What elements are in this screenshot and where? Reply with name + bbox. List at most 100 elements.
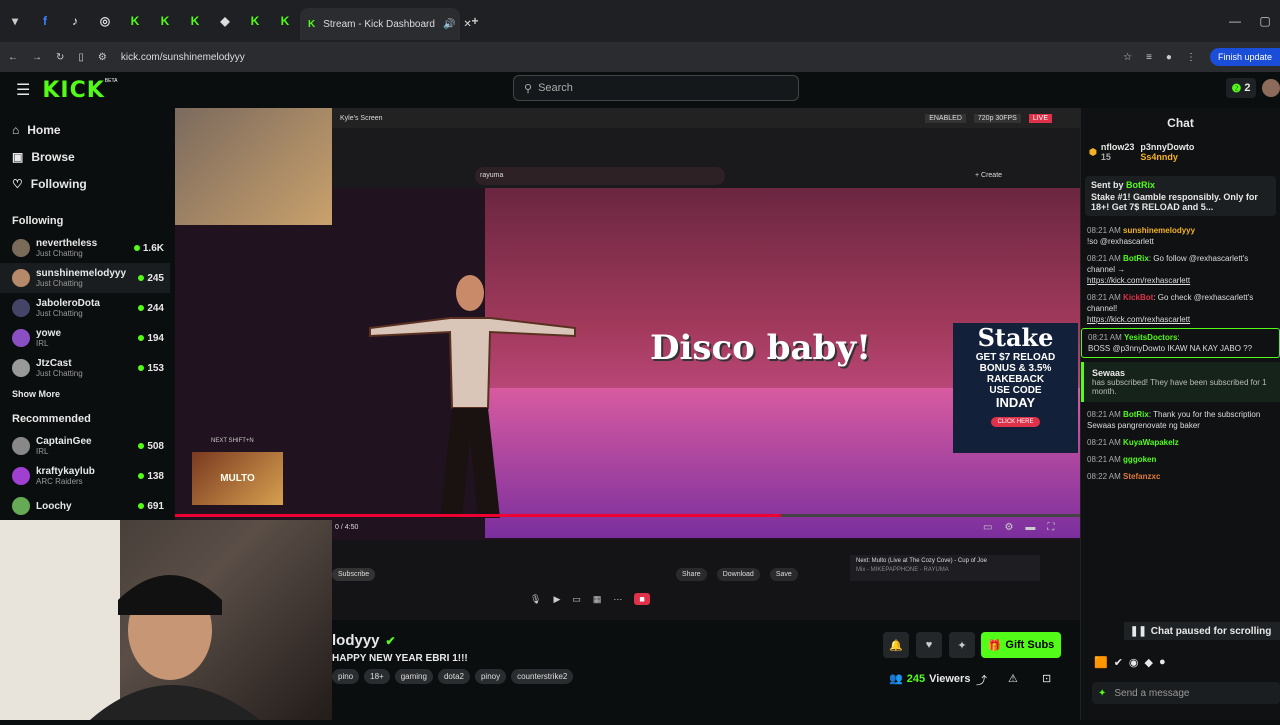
video-progress-bar[interactable] [175,514,1080,517]
mic-icon[interactable]: 🎙 [530,594,541,605]
audio-icon[interactable]: 🔊 [443,19,455,30]
tag[interactable]: counterstrike2 [511,669,574,684]
emote-icon[interactable]: ✔ [1114,656,1123,674]
chat-message[interactable]: 08:21 AM KuyaWapakelz [1081,434,1280,451]
share-stream-icon[interactable]: ⤴ [976,672,987,688]
chat-input[interactable]: ✦ Send a message [1092,682,1280,704]
chat-message[interactable]: 08:21 AM BotRix: Go follow @rexhascarlet… [1081,250,1280,289]
next-thumbnail[interactable]: MULTO [192,452,283,505]
download-button[interactable]: Download [716,568,760,581]
fullscreen-icon[interactable]: ⛶ [1047,522,1054,533]
chat-message[interactable]: 08:22 AM Stefanzxc [1081,468,1280,485]
tab-tiktok[interactable]: ♪ [60,6,90,36]
save-button[interactable]: Save [769,568,798,581]
tag[interactable]: dota2 [437,669,470,684]
user-avatar[interactable] [1262,79,1280,97]
boost-button[interactable]: ✦ [949,632,975,658]
msg-user[interactable]: BotRix [1123,410,1149,419]
chat-message[interactable]: 08:21 AM sunshinemelodyyy !so @rexhascar… [1081,222,1280,250]
menu-dots-icon[interactable]: ⋮ [1186,52,1196,63]
reload-icon[interactable]: ↻ [56,52,64,63]
report-icon[interactable]: ⚠ [1008,672,1018,685]
share-button[interactable]: Share [676,568,707,581]
chat-message[interactable]: 08:21 AM BotRix: Thank you for the subsc… [1081,406,1280,434]
search-input[interactable]: ⚲ Search [513,75,799,101]
tag[interactable]: gaming [394,669,433,684]
channel-item[interactable]: sunshinemelodyyy Just Chatting 245 [0,263,170,293]
forward-icon[interactable]: → [32,52,42,63]
msg-user[interactable]: gggoken [1123,455,1156,464]
maximize-button[interactable]: ▢ [1250,14,1280,28]
stake-ad-banner[interactable]: Stake GET $7 RELOAD BONUS & 3.5% RAKEBAC… [953,323,1078,453]
camera-icon[interactable]: ▶ [553,594,560,605]
emote-icon[interactable]: ◉ [1129,656,1139,674]
msg-user[interactable]: BotRix [1123,254,1149,263]
tag[interactable]: pino [332,669,360,684]
pinned-message[interactable]: Sent by BotRix Stake #1! Gamble responsi… [1085,176,1276,216]
tab-misc[interactable]: ◎ [90,6,120,36]
stake-click-button[interactable]: CLICK HERE [991,417,1040,427]
split-icon[interactable]: ▯ [78,52,84,63]
gifter[interactable]: ⬢ nflow23 15 [1089,142,1134,162]
sidebar-item-home[interactable]: ⌂ Home [0,116,170,143]
url-field[interactable]: kick.com/sunshinemelodyyy [121,52,1109,63]
channel-item[interactable]: JaboleroDota Just Chatting 244 [0,293,170,323]
kick-logo[interactable]: KICK [42,78,104,103]
profile-avatar-icon[interactable]: ● [1166,52,1172,63]
msg-user[interactable]: Stefanzxc [1123,472,1160,481]
settings-icon[interactable]: ⚙ [1004,522,1013,533]
tab-active[interactable]: K Stream - Kick Dashboard 🔊 ✕ [300,8,472,40]
reading-list-icon[interactable]: ≡ [1146,52,1152,63]
tab-kick-1[interactable]: K [120,6,150,36]
screen-icon[interactable]: ▭ [572,594,581,605]
gift-subs-button[interactable]: 🎁 Gift Subs [981,632,1061,658]
next-video-card[interactable]: Next: Multo (Live at The Cozy Cove) - Cu… [850,555,1040,581]
notification-badge[interactable]: ❷ 2 [1226,78,1256,98]
notify-bell-button[interactable]: 🔔 [883,632,909,658]
msg-user[interactable]: sunshinemelodyyy [1123,226,1195,235]
clip-icon[interactable]: ⊡ [1042,672,1051,685]
chat-message[interactable]: 08:21 AM gggoken [1081,451,1280,468]
tag[interactable]: pinoy [474,669,507,684]
channel-item[interactable]: yowe IRL 194 [0,323,170,353]
emote-icon[interactable]: ◆ [1145,656,1153,674]
tab-misc-2[interactable]: ◆ [210,6,240,36]
follow-button[interactable]: ♥ [916,632,942,658]
tab-kick-3[interactable]: K [180,6,210,36]
streamer-name[interactable]: lodyyy [332,632,380,649]
grid-icon[interactable]: ▦ [593,594,602,605]
emote-icon[interactable]: ● [1159,656,1166,674]
sub-user[interactable]: Sewaas [1092,368,1272,378]
sidebar-item-browse[interactable]: ▣ Browse [0,143,170,170]
yt-search-field[interactable]: rayuma [475,167,725,185]
theater-icon[interactable]: ▬ [1025,522,1035,533]
chat-paused-banner[interactable]: ❚❚ Chat paused for scrolling [1124,622,1280,640]
more-dots-icon[interactable]: ⋯ [613,594,622,605]
chat-message[interactable]: 08:21 AM YesitsDoctors: BOSS @p3nnyDowto… [1081,328,1280,358]
show-more-link[interactable]: Show More [0,383,170,405]
channel-item[interactable]: Loochy 691 [0,491,170,521]
channel-item[interactable]: kraftykaylub ARC Raiders 138 [0,461,170,491]
captions-icon[interactable]: ▭ [983,522,992,533]
chat-message[interactable]: 08:21 AM KickBot: Go check @rexhascarlet… [1081,289,1280,328]
msg-user[interactable]: YesitsDoctors [1124,333,1177,342]
new-tab-button[interactable]: + [460,6,490,36]
finish-update-button[interactable]: Finish update [1209,48,1280,66]
msg-link[interactable]: https://kick.com/rexhascarlett [1087,275,1274,286]
msg-user[interactable]: KickBot [1123,293,1153,302]
minimize-button[interactable]: — [1220,14,1250,28]
tab-kick-5[interactable]: K [270,6,300,36]
tab-kick-4[interactable]: K [240,6,270,36]
stop-share-icon[interactable]: ■ [634,593,650,605]
sidebar-item-following[interactable]: ♡ Following [0,170,170,197]
tab-list-icon[interactable]: ▾ [0,6,30,36]
msg-link[interactable]: https://kick.com/rexhascarlett [1087,314,1274,325]
emote-icon[interactable]: 🟧 [1094,656,1108,674]
back-icon[interactable]: ← [8,52,18,63]
channel-item[interactable]: CaptainGee IRL 508 [0,431,170,461]
tab-kick-2[interactable]: K [150,6,180,36]
site-info-icon[interactable]: ⚙ [98,52,107,63]
gifter[interactable]: p3nnyDowto Ss4nndy [1140,142,1272,162]
msg-user[interactable]: KuyaWapakelz [1123,438,1179,447]
channel-item[interactable]: nevertheless Just Chatting 1.6K [0,233,170,263]
